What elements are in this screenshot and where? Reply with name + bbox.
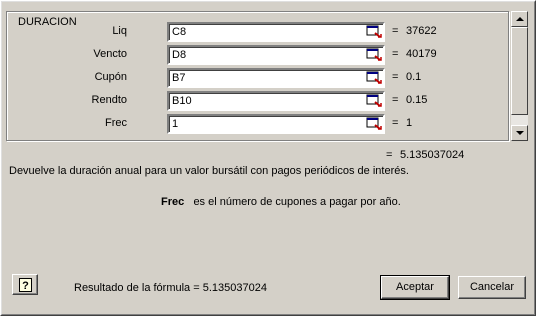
argument-label: Frec bbox=[105, 117, 127, 129]
formula-result: Resultado de la fórmula = 5.135037024 bbox=[74, 282, 267, 294]
arguments-scrollbar[interactable] bbox=[511, 11, 528, 141]
argument-input-text: B10 bbox=[172, 95, 192, 107]
argument-value: 37622 bbox=[406, 25, 437, 37]
equals-sign: = bbox=[392, 71, 399, 83]
argument-row-cupon: Cupón B7 = 0.1 bbox=[7, 68, 508, 88]
collapse-dialog-icon[interactable] bbox=[366, 71, 382, 85]
argument-row-frec: Frec 1 = 1 bbox=[7, 114, 508, 134]
help-question-icon[interactable]: ? bbox=[12, 274, 38, 295]
ok-button[interactable]: Aceptar bbox=[380, 275, 450, 300]
argument-input-text: C8 bbox=[172, 26, 187, 38]
arrow-down-icon[interactable] bbox=[511, 125, 528, 141]
argument-input-text: 1 bbox=[172, 118, 179, 130]
argument-help-name: Frec bbox=[161, 196, 185, 208]
collapse-dialog-icon[interactable] bbox=[366, 48, 382, 62]
argument-label: Cupón bbox=[94, 71, 127, 83]
argument-help: Frec es el número de cupones a pagar por… bbox=[161, 196, 401, 208]
argument-input-frec[interactable]: 1 bbox=[167, 114, 385, 134]
svg-text:?: ? bbox=[22, 280, 29, 292]
argument-help-text: es el número de cupones a pagar por año. bbox=[193, 196, 401, 208]
argument-value: 40179 bbox=[406, 48, 437, 60]
argument-label: Liq bbox=[112, 25, 127, 37]
equals-sign: = bbox=[386, 149, 393, 161]
formula-result-value: 5.135037024 bbox=[202, 282, 267, 294]
argument-label: Vencto bbox=[93, 48, 127, 60]
arguments-group: DURACION Liq C8 = 37622 Vencto D8 = 4017… bbox=[6, 11, 509, 141]
equals-sign: = bbox=[392, 94, 399, 106]
arrow-up-icon[interactable] bbox=[511, 11, 528, 27]
argument-input-rendto[interactable]: B10 bbox=[167, 91, 385, 111]
function-result-line: = 5.135037024 bbox=[386, 149, 464, 161]
scrollbar-thumb[interactable] bbox=[511, 27, 528, 115]
equals-sign: = bbox=[392, 117, 399, 129]
cancel-button[interactable]: Cancelar bbox=[458, 276, 526, 299]
argument-row-liq: Liq C8 = 37622 bbox=[7, 22, 508, 42]
function-description: Devuelve la duración anual para un valor… bbox=[9, 165, 409, 177]
argument-input-vencto[interactable]: D8 bbox=[167, 45, 385, 65]
argument-row-rendto: Rendto B10 = 0.15 bbox=[7, 91, 508, 111]
argument-value: 0.15 bbox=[406, 94, 428, 106]
argument-input-text: D8 bbox=[172, 49, 187, 61]
argument-input-liq[interactable]: C8 bbox=[167, 22, 385, 42]
equals-sign: = bbox=[392, 48, 399, 60]
collapse-dialog-icon[interactable] bbox=[366, 117, 382, 131]
function-result-value: 5.135037024 bbox=[400, 149, 465, 161]
argument-row-vencto: Vencto D8 = 40179 bbox=[7, 45, 508, 65]
argument-input-text: B7 bbox=[172, 72, 186, 84]
argument-value: 0.1 bbox=[406, 71, 422, 83]
equals-sign: = bbox=[392, 25, 399, 37]
argument-value: 1 bbox=[406, 117, 413, 129]
collapse-dialog-icon[interactable] bbox=[366, 25, 382, 39]
function-arguments-dialog: DURACION Liq C8 = 37622 Vencto D8 = 4017… bbox=[0, 0, 536, 316]
formula-result-label: Resultado de la fórmula = bbox=[74, 282, 200, 294]
argument-label: Rendto bbox=[91, 94, 127, 106]
collapse-dialog-icon[interactable] bbox=[366, 94, 382, 108]
argument-input-cupon[interactable]: B7 bbox=[167, 68, 385, 88]
